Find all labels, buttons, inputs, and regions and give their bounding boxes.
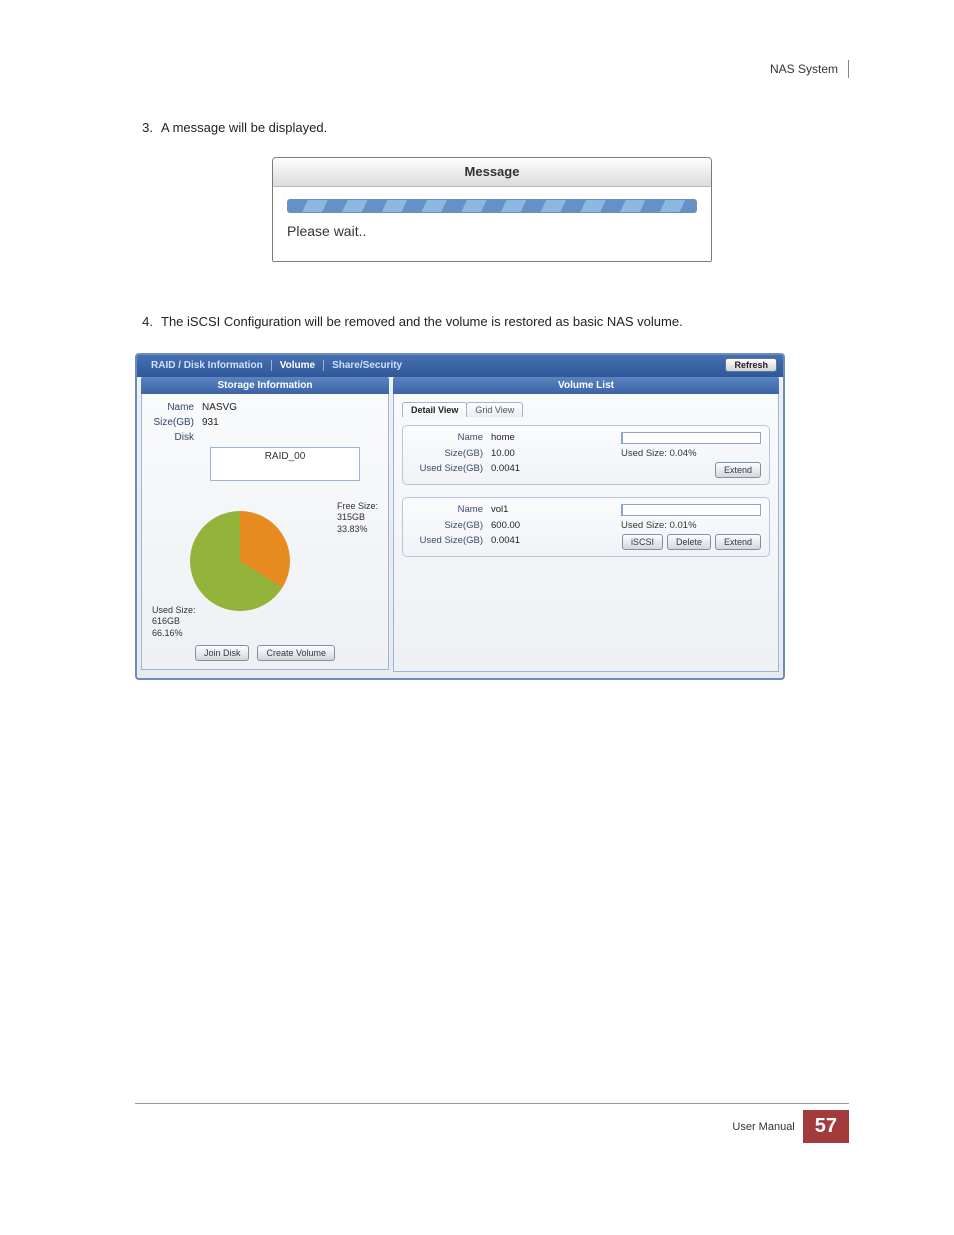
vol2-used-pct: Used Size: 0.01% xyxy=(621,520,761,531)
volume-card-home: Name home Size(GB) 10.00 Used Size: 0.04… xyxy=(402,425,770,485)
vol2-name-label: Name xyxy=(411,504,491,515)
vol2-size-label: Size(GB) xyxy=(411,520,491,531)
vol1-usage-bar xyxy=(621,432,761,444)
disk-label: Disk xyxy=(150,432,202,443)
footer-label: User Manual xyxy=(732,1121,794,1133)
vol1-name-value: home xyxy=(491,432,621,443)
tab-volume[interactable]: Volume xyxy=(272,360,324,371)
vol1-used-pct: Used Size: 0.04% xyxy=(621,448,761,459)
header-divider xyxy=(848,60,849,78)
step-3-text: A message will be displayed. xyxy=(161,118,849,139)
message-dialog-text: Please wait.. xyxy=(287,223,697,239)
name-label: Name xyxy=(150,402,202,413)
panel-tabbar: RAID / Disk Information Volume Share/Sec… xyxy=(137,355,783,377)
step-3: 3. A message will be displayed. xyxy=(135,118,849,139)
page-number-badge: 57 xyxy=(803,1110,849,1143)
vol2-usage-bar xyxy=(621,504,761,516)
vol2-delete-button[interactable]: Delete xyxy=(667,534,711,550)
name-value: NASVG xyxy=(202,402,237,413)
storage-info-body: Name NASVG Size(GB) 931 Disk RAID_00 xyxy=(141,394,389,670)
step-4-number: 4. xyxy=(135,312,153,333)
tab-grid-view[interactable]: Grid View xyxy=(466,402,523,417)
header-product: NAS System xyxy=(770,62,838,76)
vol1-size-label: Size(GB) xyxy=(411,448,491,459)
join-disk-button[interactable]: Join Disk xyxy=(195,645,250,661)
step-4: 4. The iSCSI Configuration will be remov… xyxy=(135,312,849,333)
disk-list-box[interactable]: RAID_00 xyxy=(210,447,360,481)
volume-list-header: Volume List xyxy=(393,377,779,394)
tab-detail-view[interactable]: Detail View xyxy=(402,402,467,417)
vol2-used-label: Used Size(GB) xyxy=(411,535,491,546)
page-footer: User Manual 57 xyxy=(135,1103,849,1143)
message-dialog-title: Message xyxy=(273,158,711,187)
tab-share[interactable]: Share/Security xyxy=(324,360,410,371)
tab-raid[interactable]: RAID / Disk Information xyxy=(143,360,272,371)
volume-card-vol1: Name vol1 Size(GB) 600.00 Used Size: 0.0… xyxy=(402,497,770,557)
volume-list-body: Detail View Grid View Name home Size(GB)… xyxy=(393,394,779,672)
vol1-name-label: Name xyxy=(411,432,491,443)
refresh-button[interactable]: Refresh xyxy=(725,358,777,372)
pie-used-label: Used Size: 616GB 66.16% xyxy=(152,605,196,640)
storage-pie-chart xyxy=(190,511,290,611)
vol2-used-value: 0.0041 xyxy=(491,535,621,546)
create-volume-button[interactable]: Create Volume xyxy=(257,645,335,661)
pie-free-label: Free Size: 315GB 33.83% xyxy=(337,501,378,536)
size-label: Size(GB) xyxy=(150,417,202,428)
vol1-used-value: 0.0041 xyxy=(491,463,621,474)
storage-info-header: Storage Information xyxy=(141,377,389,394)
vol2-size-value: 600.00 xyxy=(491,520,621,531)
nas-panel: RAID / Disk Information Volume Share/Sec… xyxy=(135,353,785,680)
progress-bar xyxy=(287,199,697,213)
vol2-name-value: vol1 xyxy=(491,504,621,515)
vol1-used-label: Used Size(GB) xyxy=(411,463,491,474)
vol1-extend-button[interactable]: Extend xyxy=(715,462,761,478)
vol1-size-value: 10.00 xyxy=(491,448,621,459)
vol2-iscsi-button[interactable]: iSCSI xyxy=(622,534,663,550)
message-dialog: Message Please wait.. xyxy=(272,157,712,262)
vol2-extend-button[interactable]: Extend xyxy=(715,534,761,550)
step-4-text: The iSCSI Configuration will be removed … xyxy=(161,312,849,333)
size-value: 931 xyxy=(202,417,219,428)
step-3-number: 3. xyxy=(135,118,153,139)
